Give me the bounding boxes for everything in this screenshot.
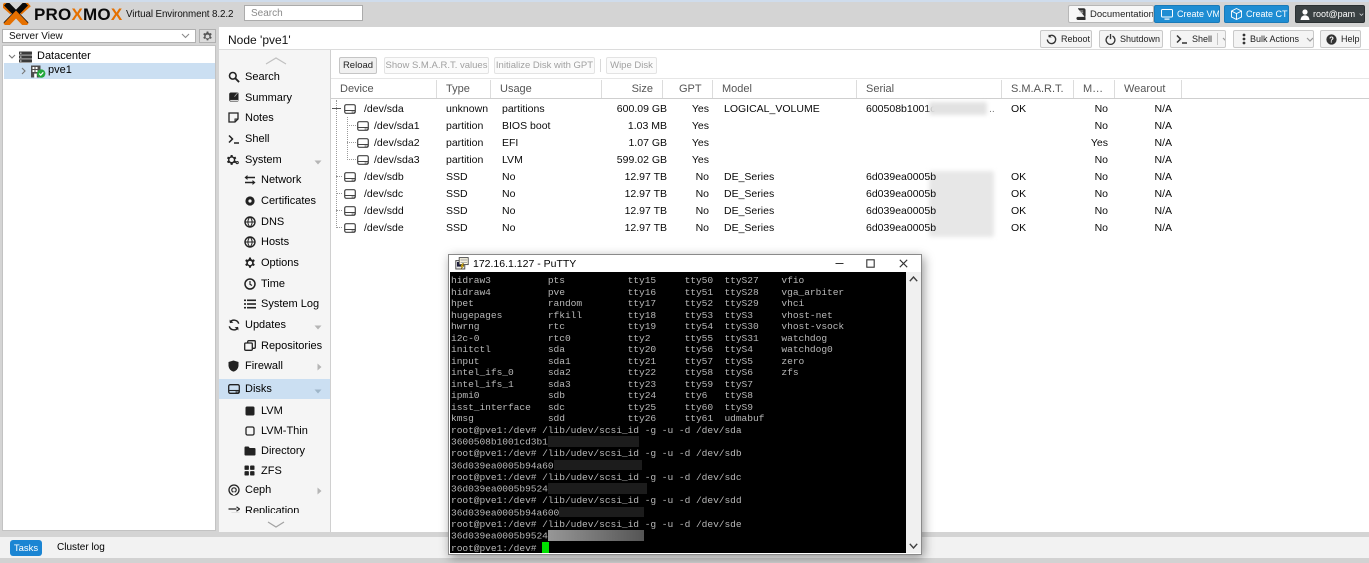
svg-text:?: ? (1329, 35, 1334, 44)
svg-text:PROXMOX: PROXMOX (34, 5, 123, 24)
